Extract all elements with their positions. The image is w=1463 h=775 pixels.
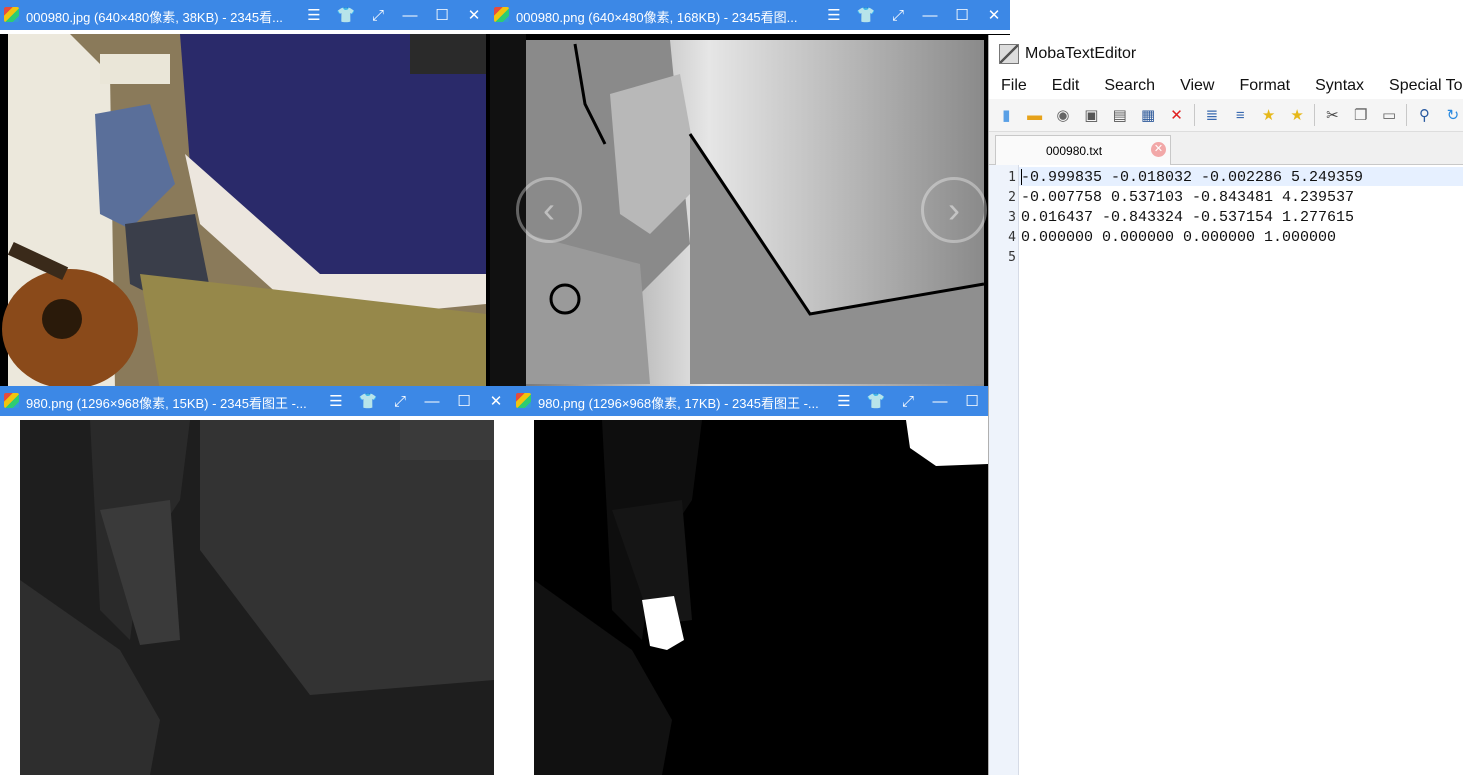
close-button[interactable]: ✕ — [480, 386, 512, 416]
skin-icon[interactable]: 👕 — [352, 386, 384, 416]
fullscreen-icon[interactable]: ⤢ — [362, 0, 394, 30]
minimize-button[interactable]: — — [914, 0, 946, 30]
viewer-title: 980.png (1296×968像素, 15KB) - 2345看图王 -..… — [26, 396, 307, 411]
new-file-icon[interactable]: ▮ — [995, 103, 1017, 127]
menu-search[interactable]: Search — [1092, 77, 1168, 95]
viewer-titlebar[interactable]: 980.png (1296×968像素, 17KB) - 2345看图王 -..… — [512, 386, 988, 416]
viewer-titlebar[interactable]: 000980.jpg (640×480像素, 38KB) - 2345看... … — [0, 0, 490, 30]
next-image-button[interactable]: › — [921, 177, 987, 243]
outdent-icon[interactable]: ≣ — [1201, 103, 1223, 127]
file-tab-label: 000980.txt — [1046, 144, 1103, 158]
file-tab[interactable]: 000980.txt ✕ — [995, 135, 1171, 165]
minimize-button[interactable]: — — [394, 0, 426, 30]
code-line: -0.007758 0.537103 -0.843481 4.239537 — [1021, 189, 1355, 206]
search-icon[interactable]: ⚲ — [1413, 103, 1435, 127]
editor-logo-icon — [999, 44, 1019, 64]
line-number: 2 — [1008, 190, 1016, 205]
toolbar-separator — [1193, 104, 1195, 126]
close-button[interactable]: ✕ — [978, 0, 1010, 30]
skin-icon[interactable]: 👕 — [330, 0, 362, 30]
code-line: 0.016437 -0.843324 -0.537154 1.277615 — [1021, 209, 1355, 226]
viewer-window-label-dark[interactable]: 980.png (1296×968像素, 15KB) - 2345看图王 -..… — [0, 386, 512, 775]
viewer-window-mask[interactable]: 980.png (1296×968像素, 17KB) - 2345看图王 -..… — [512, 386, 988, 775]
editor-titlebar[interactable]: MobaTextEditor — [989, 35, 1463, 73]
line-number: 3 — [1008, 210, 1016, 225]
editor-app-title: MobaTextEditor — [1025, 45, 1137, 62]
skin-icon[interactable]: 👕 — [860, 386, 892, 416]
code-line: -0.999835 -0.018032 -0.002286 5.249359 — [1021, 169, 1364, 186]
minimize-button[interactable]: — — [416, 386, 448, 416]
bookmark-icon[interactable]: ★ — [1257, 103, 1279, 127]
menu-icon[interactable]: ☰ — [818, 0, 850, 30]
viewer-titlebar[interactable]: 000980.png (640×480像素, 168KB) - 2345看图..… — [490, 0, 1010, 30]
menu-view[interactable]: View — [1168, 77, 1227, 95]
copy-icon[interactable]: ❐ — [1350, 103, 1372, 127]
line-number: 5 — [1008, 250, 1016, 265]
close-button[interactable]: ✕ — [458, 0, 490, 30]
open-folder-icon[interactable]: ▬ — [1023, 103, 1045, 127]
image-canvas-mask — [512, 420, 988, 775]
editor-menubar: File Edit Search View Format Syntax Spec… — [989, 73, 1463, 99]
line-number: 1 — [1008, 170, 1016, 185]
code-line: 0.000000 0.000000 0.000000 1.000000 — [1021, 229, 1337, 246]
skin-icon[interactable]: 👕 — [850, 0, 882, 30]
app-icon — [4, 393, 19, 408]
bookmark-next-icon[interactable]: ★ — [1286, 103, 1308, 127]
previous-image-button[interactable]: ‹ — [516, 177, 582, 243]
line-number: 4 — [1008, 230, 1016, 245]
editor-text-area[interactable]: 1 2 3 4 5 -0.999835 -0.018032 -0.002286 … — [989, 165, 1463, 775]
menu-format[interactable]: Format — [1227, 77, 1303, 95]
editor-toolbar: ▮ ▬ ◉ ▣ ▤ ▦ ✕ ≣ ≡ ★ ★ ✂ ❐ ▭ ⚲ ↻ — [989, 99, 1463, 132]
maximize-button[interactable]: ☐ — [426, 0, 458, 30]
close-tab-icon[interactable]: ✕ — [1151, 142, 1166, 157]
editor-tabbar: 000980.txt ✕ — [989, 132, 1463, 165]
fullscreen-icon[interactable]: ⤢ — [892, 386, 924, 416]
cut-icon[interactable]: ✂ — [1321, 103, 1343, 127]
menu-special-tools[interactable]: Special To — [1377, 77, 1463, 95]
minimize-button[interactable]: — — [924, 386, 956, 416]
toolbar-separator — [1406, 104, 1408, 126]
close-file-icon[interactable]: ✕ — [1165, 103, 1187, 127]
text-editor-window[interactable]: MobaTextEditor File Edit Search View For… — [988, 35, 1463, 775]
text-caret — [1021, 169, 1022, 185]
print-icon[interactable]: ▦ — [1137, 103, 1159, 127]
viewer-title: 980.png (1296×968像素, 17KB) - 2345看图王 -..… — [538, 396, 819, 411]
menu-icon[interactable]: ☰ — [298, 0, 330, 30]
app-icon — [494, 7, 509, 22]
maximize-button[interactable]: ☐ — [448, 386, 480, 416]
reload-icon[interactable]: ◉ — [1052, 103, 1074, 127]
fullscreen-icon[interactable]: ⤢ — [882, 0, 914, 30]
label-map-dark-image — [20, 420, 494, 775]
maximize-button[interactable]: ☐ — [956, 386, 988, 416]
bedroom-photo — [2, 34, 486, 390]
replace-icon[interactable]: ↻ — [1442, 103, 1463, 127]
maximize-button[interactable]: ☐ — [946, 0, 978, 30]
indent-icon[interactable]: ≡ — [1229, 103, 1251, 127]
viewer-titlebar[interactable]: 980.png (1296×968像素, 15KB) - 2345看图王 -..… — [0, 386, 512, 416]
viewer-window-rgb[interactable]: 000980.jpg (640×480像素, 38KB) - 2345看... … — [0, 0, 490, 390]
app-icon — [4, 7, 19, 22]
viewer-title: 000980.png (640×480像素, 168KB) - 2345看图..… — [516, 10, 798, 25]
save-all-icon[interactable]: ▤ — [1109, 103, 1131, 127]
menu-file[interactable]: File — [989, 77, 1040, 95]
menu-icon[interactable]: ☰ — [828, 386, 860, 416]
paste-icon[interactable]: ▭ — [1378, 103, 1400, 127]
line-number-gutter: 1 2 3 4 5 — [989, 165, 1019, 775]
image-canvas-rgb — [0, 34, 490, 390]
app-icon — [516, 393, 531, 408]
image-canvas-label-dark — [0, 420, 512, 775]
menu-icon[interactable]: ☰ — [320, 386, 352, 416]
viewer-title: 000980.jpg (640×480像素, 38KB) - 2345看... — [26, 10, 283, 25]
toolbar-separator — [1314, 104, 1316, 126]
save-icon[interactable]: ▣ — [1080, 103, 1102, 127]
menu-edit[interactable]: Edit — [1040, 77, 1093, 95]
menu-syntax[interactable]: Syntax — [1303, 77, 1377, 95]
mask-image — [534, 420, 988, 775]
image-canvas-depth: ‹ › — [490, 34, 1010, 390]
fullscreen-icon[interactable]: ⤢ — [384, 386, 416, 416]
viewer-window-depth[interactable]: 000980.png (640×480像素, 168KB) - 2345看图..… — [490, 0, 1010, 390]
